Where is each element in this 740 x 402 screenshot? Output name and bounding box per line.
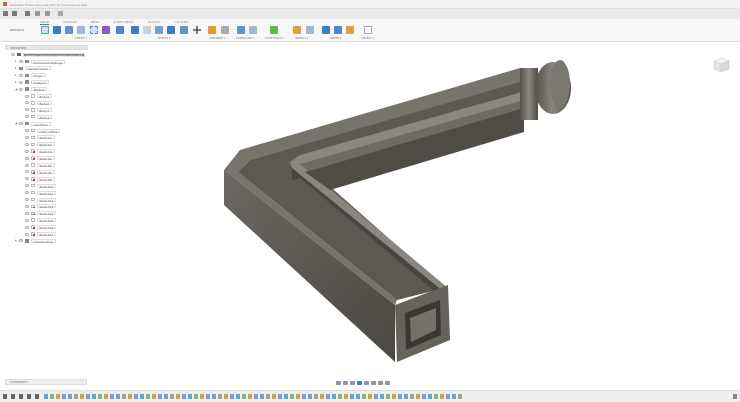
timeline-feature[interactable]	[368, 394, 372, 399]
timeline-feature[interactable]	[206, 394, 210, 399]
timeline-feature[interactable]	[68, 394, 72, 399]
viewport-canvas[interactable]	[0, 0, 740, 402]
timeline-feature[interactable]	[260, 394, 264, 399]
zoom-icon[interactable]	[357, 380, 362, 385]
go-to-end-icon[interactable]	[35, 394, 39, 399]
timeline-feature[interactable]	[140, 394, 144, 399]
timeline-feature[interactable]	[380, 394, 384, 399]
comments-panel[interactable]: COMMENTS	[5, 379, 87, 385]
timeline-feature[interactable]	[218, 394, 222, 399]
timeline-feature[interactable]	[212, 394, 216, 399]
timeline-feature[interactable]	[104, 394, 108, 399]
timeline-feature[interactable]	[458, 394, 462, 399]
timeline-feature[interactable]	[152, 394, 156, 399]
step-back-icon[interactable]	[11, 394, 15, 399]
timeline-feature[interactable]	[284, 394, 288, 399]
play-icon[interactable]	[19, 394, 23, 399]
timeline-feature[interactable]	[110, 394, 114, 399]
timeline-feature[interactable]	[146, 394, 150, 399]
timeline	[0, 390, 740, 402]
timeline-feature[interactable]	[254, 394, 258, 399]
grid-settings-icon[interactable]	[378, 380, 383, 385]
timeline-feature[interactable]	[176, 394, 180, 399]
view-cube[interactable]	[711, 55, 731, 75]
timeline-feature[interactable]	[50, 394, 54, 399]
timeline-feature[interactable]	[446, 394, 450, 399]
timeline-feature[interactable]	[428, 394, 432, 399]
timeline-feature[interactable]	[56, 394, 60, 399]
timeline-feature[interactable]	[332, 394, 336, 399]
model-body[interactable]	[224, 60, 571, 362]
timeline-feature[interactable]	[392, 394, 396, 399]
connector-neck	[520, 68, 538, 120]
pan-icon[interactable]	[350, 380, 355, 385]
timeline-feature[interactable]	[122, 394, 126, 399]
timeline-feature[interactable]	[422, 394, 426, 399]
connector-face	[550, 60, 570, 108]
timeline-feature[interactable]	[374, 394, 378, 399]
timeline-feature[interactable]	[62, 394, 66, 399]
timeline-feature[interactable]	[434, 394, 438, 399]
timeline-feature[interactable]	[266, 394, 270, 399]
timeline-feature[interactable]	[224, 394, 228, 399]
timeline-settings-icon[interactable]	[733, 394, 737, 399]
timeline-feature[interactable]	[80, 394, 84, 399]
orbit-icon[interactable]	[336, 380, 341, 385]
timeline-feature[interactable]	[350, 394, 354, 399]
timeline-feature[interactable]	[98, 394, 102, 399]
display-settings-icon[interactable]	[371, 380, 376, 385]
timeline-feature[interactable]	[314, 394, 318, 399]
timeline-feature[interactable]	[242, 394, 246, 399]
timeline-feature[interactable]	[164, 394, 168, 399]
timeline-feature[interactable]	[128, 394, 132, 399]
timeline-feature[interactable]	[134, 394, 138, 399]
timeline-feature[interactable]	[440, 394, 444, 399]
timeline-feature[interactable]	[320, 394, 324, 399]
step-forward-icon[interactable]	[27, 394, 31, 399]
timeline-feature[interactable]	[356, 394, 360, 399]
look-at-icon[interactable]	[343, 380, 348, 385]
timeline-feature[interactable]	[230, 394, 234, 399]
timeline-feature[interactable]	[74, 394, 78, 399]
timeline-feature[interactable]	[296, 394, 300, 399]
timeline-feature[interactable]	[158, 394, 162, 399]
timeline-feature[interactable]	[188, 394, 192, 399]
timeline-feature[interactable]	[182, 394, 186, 399]
timeline-feature[interactable]	[248, 394, 252, 399]
timeline-feature[interactable]	[278, 394, 282, 399]
comments-label: COMMENTS	[10, 380, 28, 384]
timeline-feature[interactable]	[452, 394, 456, 399]
viewports-icon[interactable]	[385, 380, 390, 385]
timeline-feature[interactable]	[416, 394, 420, 399]
go-to-start-icon[interactable]	[3, 394, 7, 399]
timeline-feature[interactable]	[338, 394, 342, 399]
timeline-feature[interactable]	[236, 394, 240, 399]
timeline-feature[interactable]	[272, 394, 276, 399]
navigation-bar	[336, 379, 406, 386]
timeline-feature[interactable]	[326, 394, 330, 399]
timeline-feature[interactable]	[362, 394, 366, 399]
timeline-feature[interactable]	[86, 394, 90, 399]
timeline-feature[interactable]	[170, 394, 174, 399]
timeline-feature[interactable]	[398, 394, 402, 399]
timeline-feature[interactable]	[290, 394, 294, 399]
timeline-feature[interactable]	[344, 394, 348, 399]
timeline-feature[interactable]	[404, 394, 408, 399]
timeline-feature[interactable]	[44, 394, 48, 399]
timeline-feature[interactable]	[302, 394, 306, 399]
timeline-feature[interactable]	[308, 394, 312, 399]
timeline-feature[interactable]	[92, 394, 96, 399]
timeline-feature[interactable]	[410, 394, 414, 399]
timeline-feature[interactable]	[116, 394, 120, 399]
timeline-feature[interactable]	[386, 394, 390, 399]
fit-icon[interactable]	[364, 380, 369, 385]
timeline-feature[interactable]	[200, 394, 204, 399]
timeline-feature[interactable]	[194, 394, 198, 399]
